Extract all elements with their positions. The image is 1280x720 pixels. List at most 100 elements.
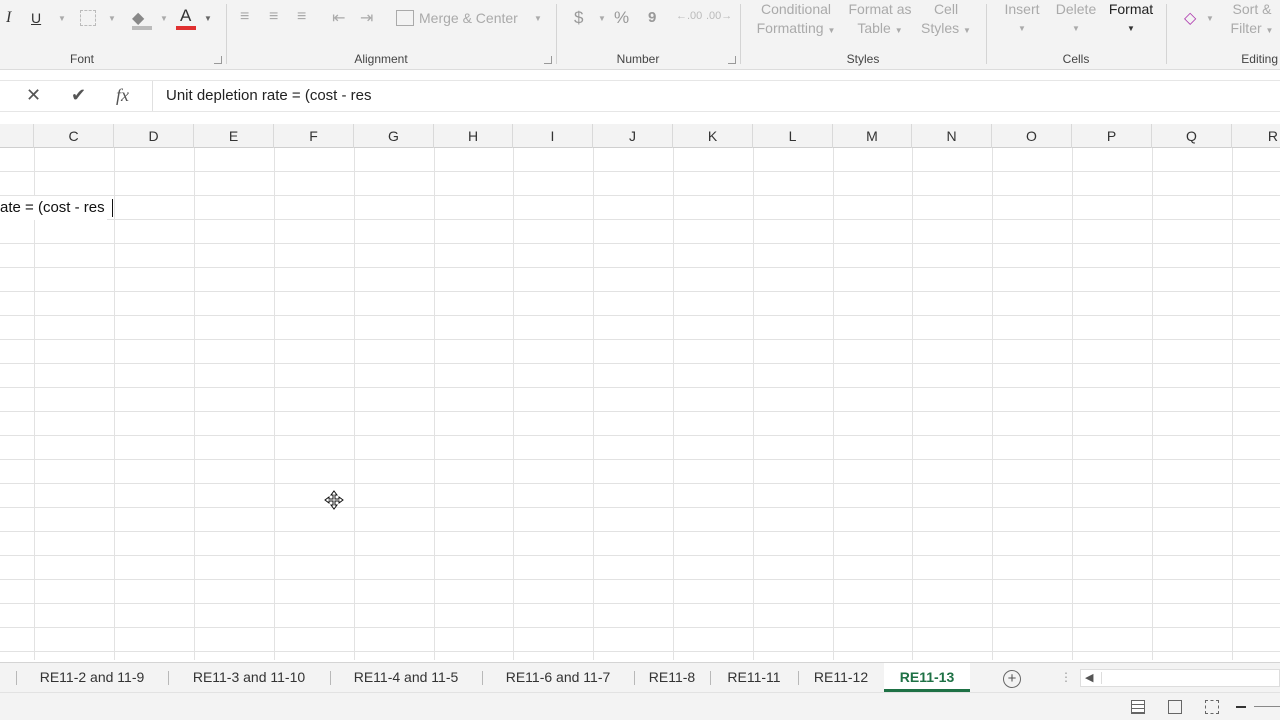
number-dialog-launcher-icon[interactable]	[728, 56, 736, 64]
fill-color-bar	[132, 26, 152, 30]
column-headers: C D E F G H I J K L M N O P Q R	[0, 124, 1280, 148]
underline-button[interactable]: U	[31, 10, 41, 26]
align-center-icon[interactable]: ≡	[269, 8, 278, 26]
active-cell-text[interactable]: ate = (cost - res	[0, 196, 107, 220]
font-color-button[interactable]: A	[180, 7, 191, 24]
delete-dropdown-icon: ▼	[1072, 24, 1080, 33]
column-header[interactable]: N	[912, 124, 992, 148]
underline-dropdown-icon[interactable]: ▼	[58, 14, 66, 23]
merge-center-icon[interactable]	[396, 10, 414, 26]
column-header[interactable]: M	[833, 124, 912, 148]
zoom-slider[interactable]	[1254, 706, 1280, 707]
decrease-indent-icon[interactable]: ⇤	[332, 8, 345, 28]
grid-line	[274, 148, 275, 660]
column-header[interactable]: E	[194, 124, 274, 148]
grid-line	[833, 148, 834, 660]
alignment-dialog-launcher-icon[interactable]	[544, 56, 552, 64]
add-sheet-button[interactable]: +	[1003, 670, 1021, 688]
sheet-tab[interactable]: RE11-12	[799, 663, 883, 692]
sheet-tab-active[interactable]: RE11-13	[884, 663, 970, 692]
conditional-formatting-label-2: Formatting ▼	[756, 20, 836, 36]
cell-styles-label-2: Styles ▼	[921, 20, 971, 36]
horizontal-scrollbar[interactable]: ◀	[1080, 669, 1280, 687]
grid-line	[194, 148, 195, 660]
formula-input[interactable]: Unit depletion rate = (cost - res	[152, 81, 1280, 111]
format-button[interactable]: Format ▼	[1104, 0, 1158, 38]
insert-button[interactable]: Insert ▼	[996, 0, 1048, 38]
column-header[interactable]: R	[1232, 124, 1280, 148]
page-break-preview-icon[interactable]	[1205, 700, 1219, 714]
column-header[interactable]: H	[434, 124, 513, 148]
column-header[interactable]: D	[114, 124, 194, 148]
cells-group-label: Cells	[1062, 52, 1090, 66]
column-header-b-partial[interactable]	[0, 124, 34, 148]
sheet-tab[interactable]: RE11-3 and 11-10	[169, 663, 329, 692]
merge-center-button[interactable]: Merge & Center	[419, 9, 518, 28]
grid-line	[114, 148, 115, 660]
format-as-table-button[interactable]: Format as Table ▼	[844, 0, 916, 40]
confirm-entry-button[interactable]: ✔	[71, 85, 86, 106]
conditional-formatting-label-1: Conditional	[760, 1, 832, 17]
column-header[interactable]: L	[753, 124, 833, 148]
column-header[interactable]: Q	[1152, 124, 1232, 148]
sheet-tab[interactable]: RE11-2 and 11-9	[17, 663, 167, 692]
insert-function-button[interactable]: fx	[116, 85, 129, 106]
grid-line	[992, 148, 993, 660]
grid-line	[1152, 148, 1153, 660]
zoom-out-icon[interactable]	[1236, 706, 1246, 708]
sheet-tab[interactable]: RE11-11	[711, 663, 797, 692]
align-left-icon[interactable]: ≡	[240, 8, 249, 26]
delete-label: Delete	[1055, 1, 1097, 17]
currency-button[interactable]: $	[574, 9, 583, 26]
insert-dropdown-icon: ▼	[1018, 24, 1026, 33]
column-header[interactable]: O	[992, 124, 1072, 148]
font-color-dropdown-icon[interactable]: ▼	[204, 14, 212, 23]
sheet-tab[interactable]: RE11-8	[635, 663, 709, 692]
format-label: Format	[1108, 1, 1154, 17]
column-header[interactable]: G	[354, 124, 434, 148]
column-header[interactable]: J	[593, 124, 673, 148]
align-right-icon[interactable]: ≡	[297, 8, 306, 26]
grid-line	[1072, 148, 1073, 660]
percent-button[interactable]: %	[614, 9, 629, 26]
font-dialog-launcher-icon[interactable]	[214, 56, 222, 64]
column-header[interactable]: I	[513, 124, 593, 148]
conditional-formatting-button[interactable]: Conditional Formatting ▼	[750, 0, 842, 40]
tab-bar-options-icon[interactable]: ⋮	[1060, 670, 1072, 684]
decrease-decimal-icon[interactable]: .00→	[706, 10, 732, 22]
increase-decimal-icon[interactable]: ←.00	[676, 10, 702, 22]
fill-color-dropdown-icon[interactable]: ▼	[160, 14, 168, 23]
sheet-tab[interactable]: RE11-4 and 11-5	[331, 663, 481, 692]
borders-icon[interactable]	[80, 10, 96, 26]
fill-color-icon[interactable]: ◆	[132, 8, 144, 28]
comma-style-button[interactable]: 9	[648, 10, 656, 26]
format-dropdown-icon: ▼	[1127, 24, 1135, 33]
move-cursor-icon	[324, 490, 344, 510]
merge-center-dropdown-icon[interactable]: ▼	[534, 14, 542, 23]
column-header[interactable]: F	[274, 124, 354, 148]
delete-button[interactable]: Delete ▼	[1050, 0, 1102, 38]
cancel-entry-button[interactable]: ✕	[26, 85, 41, 106]
status-bar	[0, 692, 1280, 720]
worksheet-grid[interactable]: ate = (cost - res	[0, 148, 1280, 660]
currency-dropdown-icon[interactable]: ▼	[598, 14, 606, 23]
horizontal-scroll-thumb[interactable]	[1101, 672, 1279, 684]
clear-dropdown-icon[interactable]: ▼	[1206, 14, 1214, 23]
italic-button[interactable]: I	[6, 10, 11, 26]
column-header[interactable]: P	[1072, 124, 1152, 148]
cell-styles-button[interactable]: Cell Styles ▼	[918, 0, 974, 40]
page-layout-view-icon[interactable]	[1168, 700, 1182, 714]
sheet-tab[interactable]: RE11-6 and 11-7	[483, 663, 633, 692]
scroll-left-icon[interactable]: ◀	[1085, 671, 1093, 684]
grid-line	[753, 148, 754, 660]
normal-view-icon[interactable]	[1131, 700, 1145, 714]
formula-bar: ✕ ✔ fx Unit depletion rate = (cost - res	[0, 80, 1280, 112]
borders-dropdown-icon[interactable]: ▼	[108, 14, 116, 23]
increase-indent-icon[interactable]: ⇥	[360, 8, 373, 28]
format-as-table-label-2: Table ▼	[857, 20, 903, 36]
clear-eraser-icon[interactable]: ◇	[1184, 8, 1196, 28]
styles-group: Conditional Formatting ▼ Format as Table…	[740, 0, 986, 70]
sort-filter-button[interactable]: Sort & Filter ▼	[1222, 0, 1280, 40]
column-header[interactable]: K	[673, 124, 753, 148]
column-header[interactable]: C	[34, 124, 114, 148]
